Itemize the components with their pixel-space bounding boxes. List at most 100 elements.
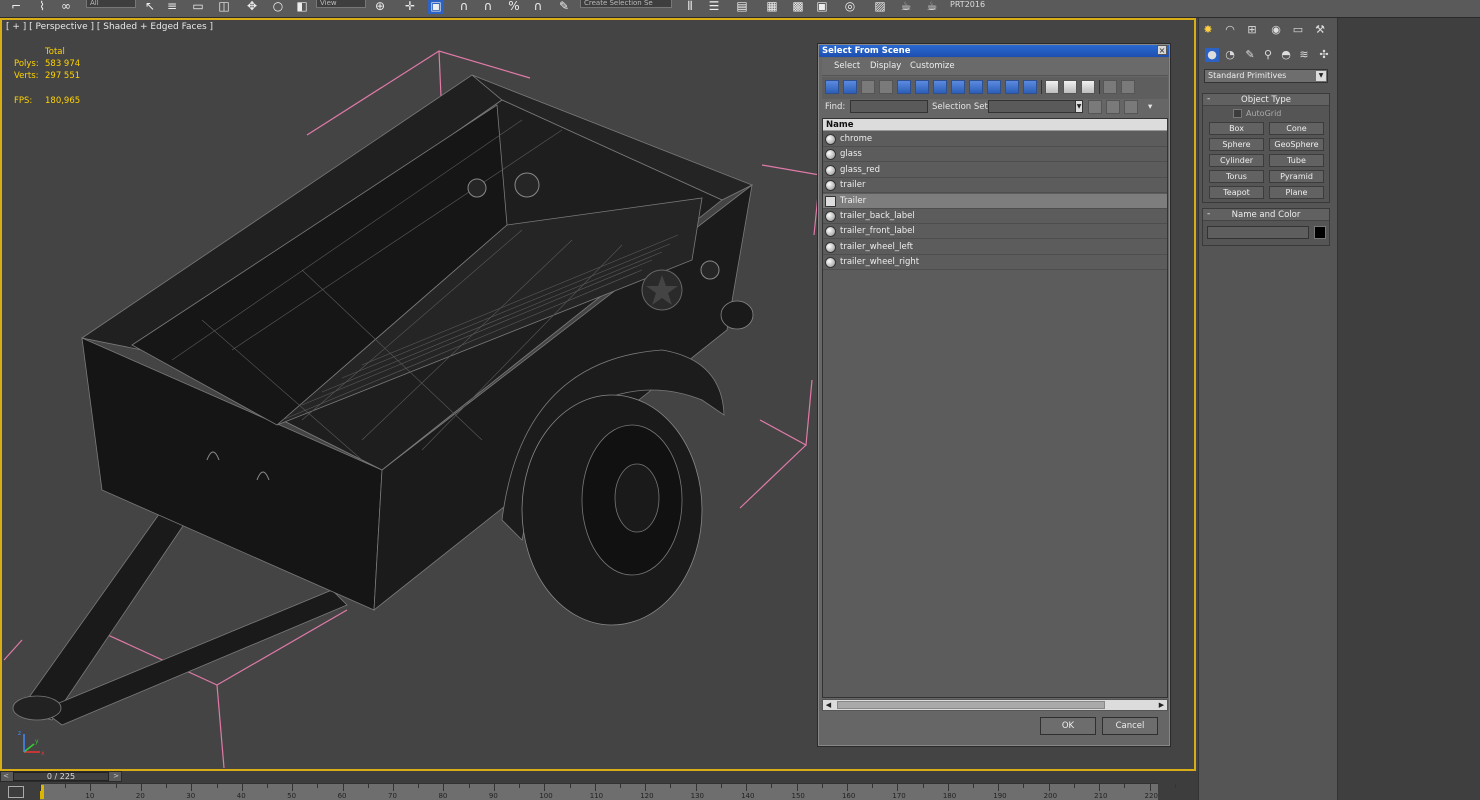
shapes-category-icon[interactable]: ◔ <box>1223 48 1237 62</box>
frame-display[interactable]: 0 / 225 <box>13 772 109 781</box>
list-item[interactable]: trailer_wheel_left <box>823 239 1167 255</box>
cone-button[interactable]: Cone <box>1269 122 1324 135</box>
next-frame-icon[interactable]: > <box>111 772 121 781</box>
scroll-left-icon[interactable]: ◀ <box>823 700 834 710</box>
collapse-icon[interactable]: - <box>1207 94 1210 105</box>
select-manipulate-icon[interactable]: ✛ <box>402 0 418 14</box>
scene-object-list[interactable]: Name chrome glass glass_red trailer Trailer t… <box>822 118 1168 698</box>
list-item[interactable]: chrome <box>823 132 1167 147</box>
object-category-dropdown[interactable]: Standard Primitives ▼ <box>1204 69 1328 83</box>
display-frozen-icon[interactable] <box>1005 80 1019 94</box>
display-xrefs-icon[interactable] <box>951 80 965 94</box>
geosphere-button[interactable]: GeoSphere <box>1269 138 1324 151</box>
scroll-thumb[interactable] <box>837 701 1105 709</box>
teapot-button[interactable]: Teapot <box>1209 186 1264 199</box>
selection-set-input[interactable] <box>988 100 1076 113</box>
add-to-selection-set-icon[interactable] <box>1106 100 1120 114</box>
angle-snap-icon[interactable]: ∩ <box>480 0 496 14</box>
sphere-button[interactable]: Sphere <box>1209 138 1264 151</box>
graphite-tools-icon[interactable]: ▦ <box>764 0 780 14</box>
space-warps-category-icon[interactable]: ≋ <box>1297 48 1311 62</box>
modify-tab-icon[interactable]: ◠ <box>1223 23 1237 37</box>
object-type-header[interactable]: - Object Type <box>1203 94 1329 106</box>
list-item[interactable]: Trailer <box>823 193 1167 209</box>
name-and-color-header[interactable]: - Name and Color <box>1203 209 1329 221</box>
create-tab-icon[interactable]: ✸ <box>1201 23 1215 37</box>
horizontal-scrollbar[interactable]: ◀ ▶ <box>822 699 1168 711</box>
cameras-category-icon[interactable]: ⚲ <box>1261 48 1275 62</box>
schematic-view-icon[interactable]: ▣ <box>814 0 830 14</box>
mini-curve-editor-icon[interactable] <box>8 786 24 798</box>
close-icon[interactable]: × <box>1157 45 1167 55</box>
rendered-frame-window-icon[interactable]: ☕ <box>898 0 914 14</box>
collapse-icon[interactable]: - <box>1207 209 1210 220</box>
list-item[interactable]: trailer_front_label <box>823 224 1167 240</box>
previous-frame-icon[interactable]: < <box>1 772 11 781</box>
keyboard-shortcut-override-icon[interactable]: ▣ <box>428 0 444 14</box>
select-none-icon[interactable] <box>1063 80 1077 94</box>
torus-button[interactable]: Torus <box>1209 170 1264 183</box>
display-shapes-icon[interactable] <box>843 80 857 94</box>
list-item[interactable]: glass_red <box>823 162 1167 178</box>
cylinder-button[interactable]: Cylinder <box>1209 154 1264 167</box>
percent-snap-icon[interactable]: % <box>506 0 522 14</box>
tube-button[interactable]: Tube <box>1269 154 1324 167</box>
align-icon[interactable]: ☰ <box>706 0 722 14</box>
display-lights-icon[interactable] <box>861 80 875 94</box>
display-hidden-icon[interactable] <box>1023 80 1037 94</box>
snaps-toggle-icon[interactable]: ∩ <box>456 0 472 14</box>
edit-named-selection-icon[interactable]: ✎ <box>556 0 572 14</box>
move-icon[interactable]: ✥ <box>244 0 260 14</box>
box-button[interactable]: Box <box>1209 122 1264 135</box>
viewport-label[interactable]: [ + ] [ Perspective ] [ Shaded + Edged F… <box>6 22 213 32</box>
ok-button[interactable]: OK <box>1040 717 1096 735</box>
lights-category-icon[interactable]: ✎ <box>1243 48 1257 62</box>
more-options-icon[interactable]: ▾ <box>1148 102 1152 112</box>
select-object-icon[interactable]: ↖ <box>142 0 158 14</box>
list-item[interactable]: trailer_back_label <box>823 209 1167 224</box>
hierarchy-tab-icon[interactable]: ⊞ <box>1245 23 1259 37</box>
render-setup-icon[interactable]: ▨ <box>872 0 888 14</box>
bind-space-warp-icon[interactable]: ∞ <box>58 0 74 14</box>
curve-editor-icon[interactable]: ▩ <box>790 0 806 14</box>
display-helpers-icon[interactable] <box>897 80 911 94</box>
motion-tab-icon[interactable]: ◉ <box>1269 23 1283 37</box>
pyramid-button[interactable]: Pyramid <box>1269 170 1324 183</box>
create-selection-set-icon[interactable] <box>1088 100 1102 114</box>
list-item[interactable]: trailer <box>823 178 1167 194</box>
scroll-right-icon[interactable]: ▶ <box>1156 700 1167 710</box>
rotate-icon[interactable]: ○ <box>270 0 286 14</box>
chevron-down-icon[interactable]: ▼ <box>1075 100 1083 113</box>
pivot-center-icon[interactable]: ⊕ <box>372 0 388 14</box>
filter-options-icon[interactable] <box>1121 80 1135 94</box>
display-geometry-icon[interactable] <box>825 80 839 94</box>
find-input[interactable] <box>850 100 928 113</box>
cancel-button[interactable]: Cancel <box>1102 717 1158 735</box>
material-editor-icon[interactable]: ◎ <box>842 0 858 14</box>
display-tab-icon[interactable]: ▭ <box>1291 23 1305 37</box>
select-by-name-icon[interactable]: ≡ <box>164 0 180 14</box>
render-production-icon[interactable]: ☕ <box>924 0 940 14</box>
menu-display[interactable]: Display <box>870 61 901 71</box>
layer-manager-icon[interactable]: ▤ <box>734 0 750 14</box>
helpers-category-icon[interactable]: ◓ <box>1279 48 1293 62</box>
list-item[interactable]: glass <box>823 147 1167 163</box>
object-color-swatch[interactable] <box>1314 226 1326 239</box>
window-crossing-icon[interactable]: ◫ <box>216 0 232 14</box>
select-invert-icon[interactable] <box>1081 80 1095 94</box>
menu-select[interactable]: Select <box>834 61 860 71</box>
geometry-category-icon[interactable]: ● <box>1205 48 1219 62</box>
remove-from-selection-set-icon[interactable] <box>1124 100 1138 114</box>
named-selection-set-dropdown[interactable]: Create Selection Se <box>580 0 672 8</box>
systems-category-icon[interactable]: ✣ <box>1317 48 1331 62</box>
rectangular-selection-icon[interactable]: ▭ <box>190 0 206 14</box>
utilities-tab-icon[interactable]: ⚒ <box>1313 23 1327 37</box>
select-link-icon[interactable]: ⌐ <box>8 0 24 14</box>
spinner-snap-icon[interactable]: ∩ <box>530 0 546 14</box>
display-space-warps-icon[interactable] <box>915 80 929 94</box>
mirror-icon[interactable]: ⫴ <box>682 0 698 14</box>
display-groups-icon[interactable] <box>933 80 947 94</box>
menu-customize[interactable]: Customize <box>910 61 955 71</box>
list-item[interactable]: trailer_wheel_right <box>823 255 1167 271</box>
object-name-input[interactable] <box>1207 226 1309 239</box>
